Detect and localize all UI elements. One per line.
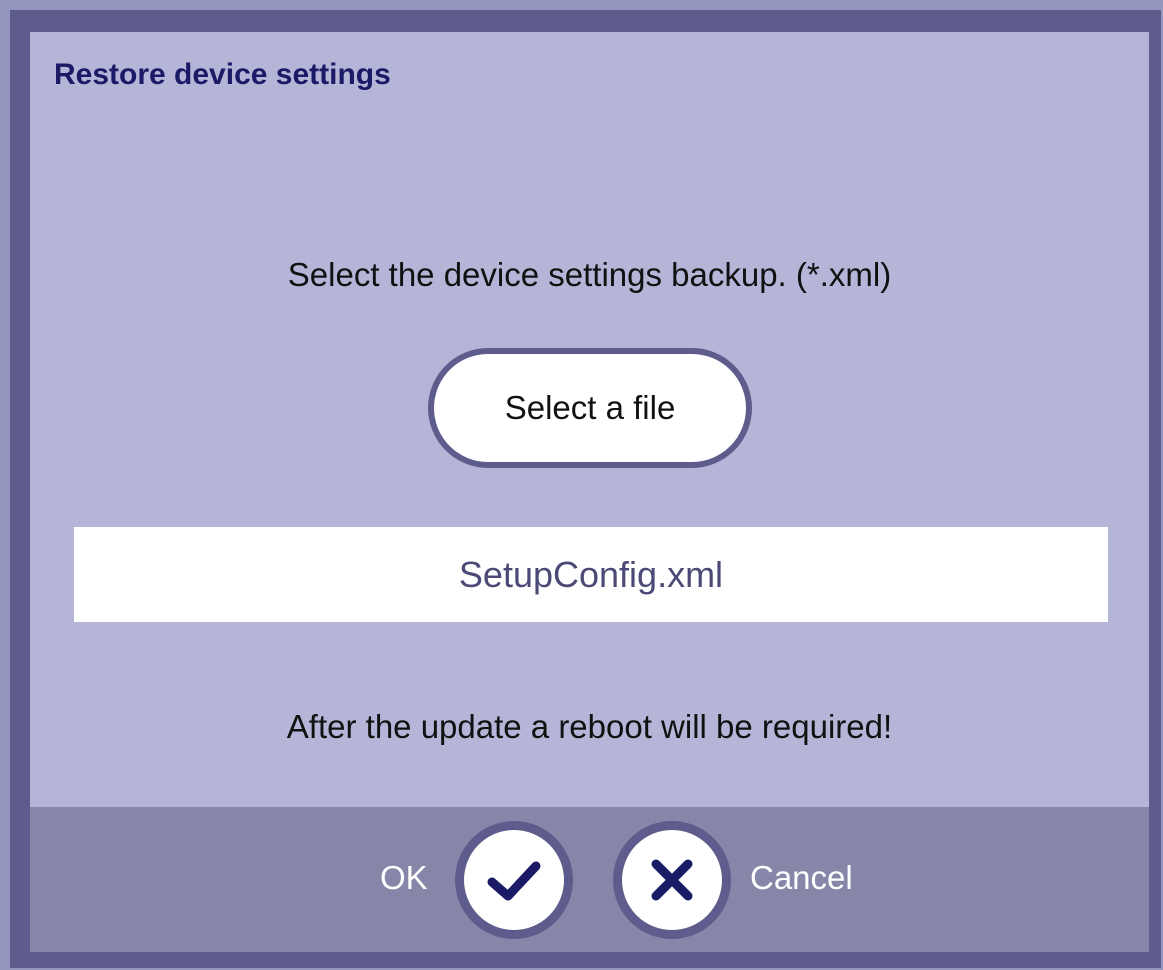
checkmark-icon: [487, 861, 541, 901]
ok-label[interactable]: OK: [380, 859, 428, 897]
close-icon: [651, 859, 693, 901]
dialog-title: Restore device settings: [54, 58, 391, 91]
instruction-text: Select the device settings backup. (*.xm…: [287, 256, 892, 293]
cancel-button[interactable]: [613, 821, 731, 939]
reboot-warning-text: After the update a reboot will be requir…: [286, 708, 893, 745]
ok-button[interactable]: [455, 821, 573, 939]
cancel-label[interactable]: Cancel: [750, 859, 853, 897]
dialog-footer: OK Cancel: [30, 807, 1149, 952]
restore-settings-dialog: Restore device settings Select the devic…: [30, 32, 1149, 807]
select-file-button[interactable]: Select a file: [428, 348, 752, 468]
selected-file-field: SetupConfig.xml: [74, 527, 1108, 622]
